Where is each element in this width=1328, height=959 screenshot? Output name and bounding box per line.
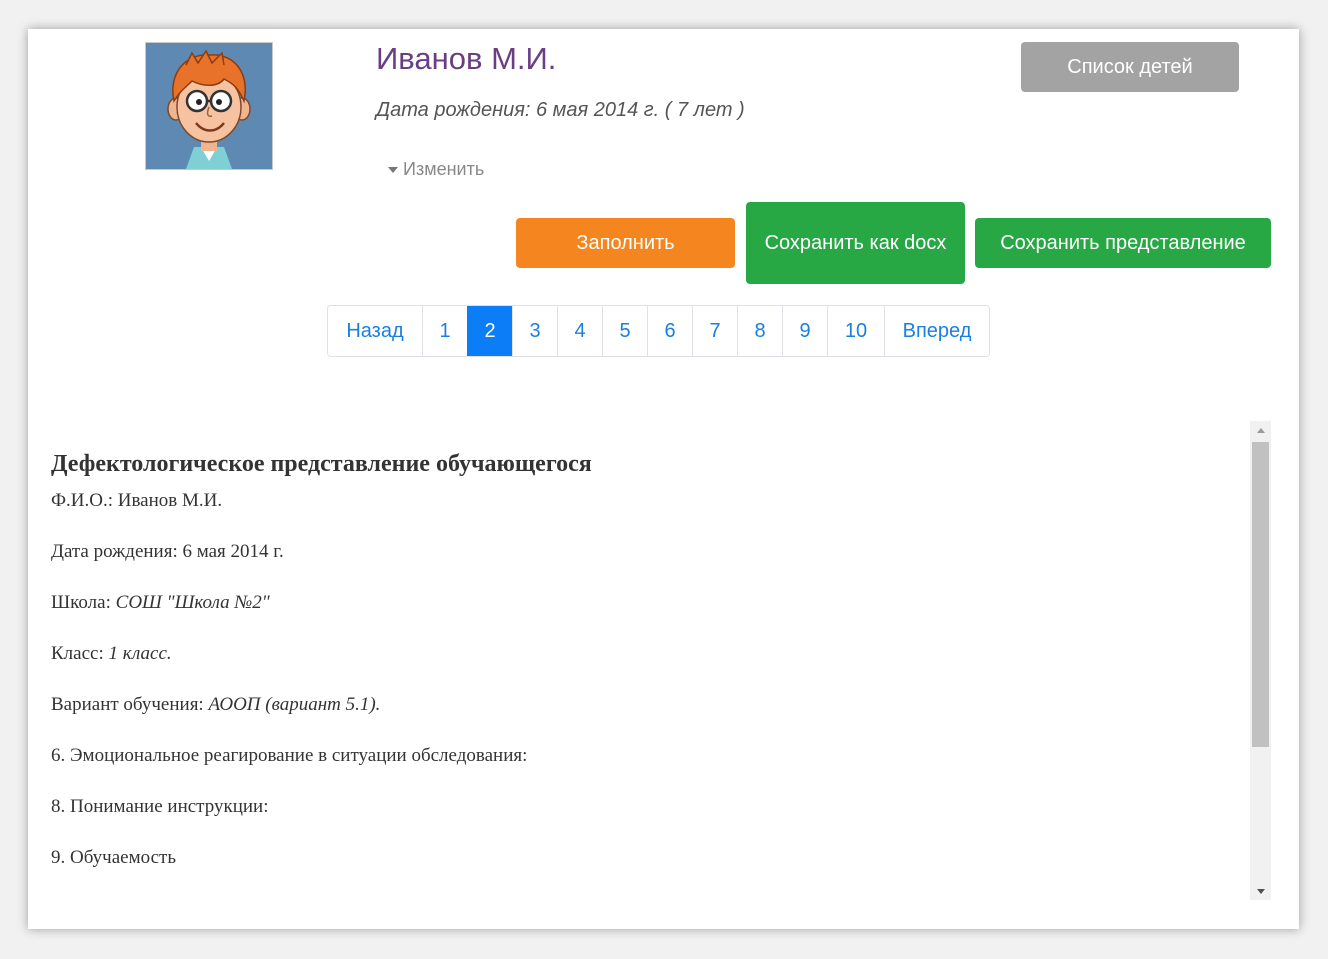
doc-class-label: Класс: [51,643,109,664]
doc-variant-value: АООП (вариант 5.1). [208,694,381,715]
page-4[interactable]: 4 [557,306,602,356]
doc-school-label: Школа: [51,592,116,613]
pagination: Назад 1 2 3 4 5 6 7 8 9 10 Вперед [327,305,990,357]
doc-school: Школа: СОШ "Школа №2" [51,592,1241,614]
doc-item-8: 8. Понимание инструкции: [51,796,269,817]
document-body: Дефектологическое представление обучающе… [51,451,1241,898]
doc-variant-label: Вариант обучения: [51,694,209,715]
page-7[interactable]: 7 [692,306,737,356]
doc-item-9: 9. Обучаемость [51,847,176,868]
doc-birth-date: Дата рождения: 6 мая 2014 г. [51,541,284,562]
child-name: Иванов М.И. [376,41,557,76]
caret-down-icon [388,166,398,173]
scroll-down-arrow-icon[interactable] [1250,882,1271,900]
fill-button[interactable]: Заполнить [516,218,735,268]
doc-fio: Ф.И.О.: Иванов М.И. [51,490,223,511]
doc-class: Класс: 1 класс. [51,643,1241,665]
page-next[interactable]: Вперед [884,306,989,356]
doc-class-value: 1 класс. [108,643,172,664]
page-10[interactable]: 10 [827,306,884,356]
document-scrollbar[interactable] [1250,421,1271,900]
page-8[interactable]: 8 [737,306,782,356]
page-prev[interactable]: Назад [328,306,422,356]
page-6[interactable]: 6 [647,306,692,356]
page-9[interactable]: 9 [782,306,827,356]
birth-date-text: Дата рождения: 6 мая 2014 г. ( 7 лет ) [376,99,745,121]
page-3[interactable]: 3 [512,306,557,356]
page-1[interactable]: 1 [422,306,467,356]
doc-school-value: СОШ "Школа №2" [115,592,270,613]
doc-item-6: 6. Эмоциональное реагирование в ситуации… [51,745,528,766]
boy-avatar-icon [145,42,273,170]
children-list-button[interactable]: Список детей [1021,42,1239,92]
page-5[interactable]: 5 [602,306,647,356]
document-title: Дефектологическое представление обучающе… [51,451,592,477]
page-2-current[interactable]: 2 [467,306,512,356]
doc-variant: Вариант обучения: АООП (вариант 5.1). [51,694,1241,716]
save-docx-button[interactable]: Сохранить как docx [746,202,965,284]
profile-card: Иванов М.И. Дата рождения: 6 мая 2014 г.… [28,29,1299,929]
document-preview[interactable]: Дефектологическое представление обучающе… [28,421,1271,900]
scroll-up-arrow-icon[interactable] [1250,421,1271,439]
edit-label: Изменить [403,159,485,179]
edit-toggle[interactable]: Изменить [388,159,484,180]
save-report-button[interactable]: Сохранить представление [975,218,1271,268]
scrollbar-thumb[interactable] [1252,442,1269,747]
